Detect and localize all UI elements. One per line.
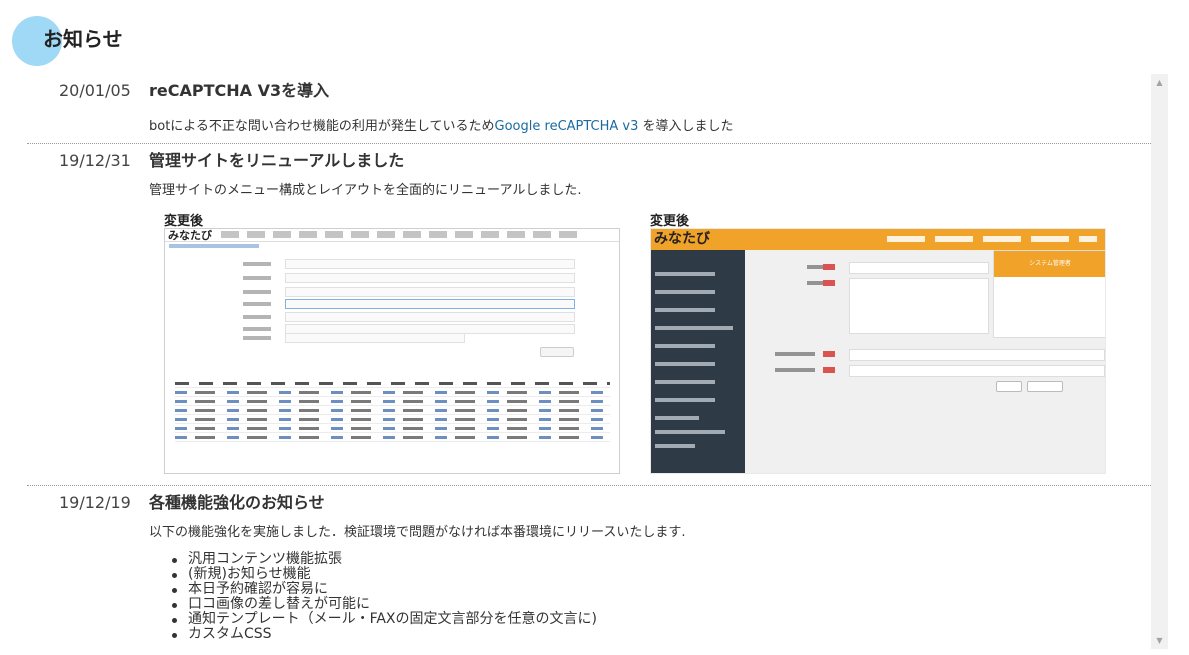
list-item: (新規)お知らせ機能: [160, 567, 597, 582]
scroll-down-icon[interactable]: ▼: [1151, 632, 1168, 649]
panel-title: システム管理者: [994, 251, 1105, 277]
news-body: 管理サイトのメニュー構成とレイアウトを全面的にリニューアルしました.: [149, 183, 582, 198]
screenshot-logo: みなたび: [168, 229, 212, 242]
news-date: 19/12/31: [59, 151, 131, 170]
vertical-scrollbar[interactable]: ▲ ▼: [1151, 74, 1168, 649]
screenshot-label: 変更後: [164, 214, 204, 229]
news-item: 20/01/05 reCAPTCHA V3を導入 botによる不正な問い合わせ機…: [27, 80, 1151, 144]
screenshot-label: 変更後: [650, 214, 690, 229]
feature-list: 汎用コンテンツ機能拡張 (新規)お知らせ機能 本日予約確認が容易に 口コ画像の差…: [160, 552, 597, 642]
scroll-up-icon[interactable]: ▲: [1151, 74, 1168, 91]
list-item: 汎用コンテンツ機能拡張: [160, 552, 597, 567]
news-item: 19/12/31 管理サイトをリニューアルしました 管理サイトのメニュー構成とレ…: [27, 150, 1151, 486]
news-title: reCAPTCHA V3を導入: [149, 81, 330, 100]
news-list[interactable]: 20/01/05 reCAPTCHA V3を導入 botによる不正な問い合わせ機…: [0, 74, 1168, 655]
list-item: 口コ画像の差し替えが可能に: [160, 597, 597, 612]
recaptcha-link[interactable]: Google reCAPTCHA v3: [495, 119, 639, 134]
list-item: カスタムCSS: [160, 627, 597, 642]
list-item: 通知テンプレート（メール・FAXの固定文言部分を任意の文言に): [160, 612, 597, 627]
page-title: お知らせ: [43, 27, 123, 51]
list-item: 本日予約確認が容易に: [160, 582, 597, 597]
news-body: 以下の機能強化を実施しました．検証環境で問題がなければ本番環境にリリースいたしま…: [149, 525, 686, 540]
news-body: botによる不正な問い合わせ機能の利用が発生しているためGoogle reCAP…: [149, 119, 734, 134]
admin-screenshot-left: みなたび: [164, 228, 620, 474]
news-date: 19/12/19: [59, 493, 131, 512]
admin-screenshot-right: みなたび システム管理者: [650, 228, 1106, 474]
page-header: お知らせ: [0, 0, 1189, 72]
screenshot-user-panel: システム管理者: [993, 250, 1105, 338]
news-title: 各種機能強化のお知らせ: [149, 493, 325, 512]
news-date: 20/01/05: [59, 81, 131, 100]
screenshot-logo: みなたび: [654, 231, 710, 247]
news-title: 管理サイトをリニューアルしました: [149, 151, 405, 170]
screenshot-sidebar: [651, 250, 745, 473]
